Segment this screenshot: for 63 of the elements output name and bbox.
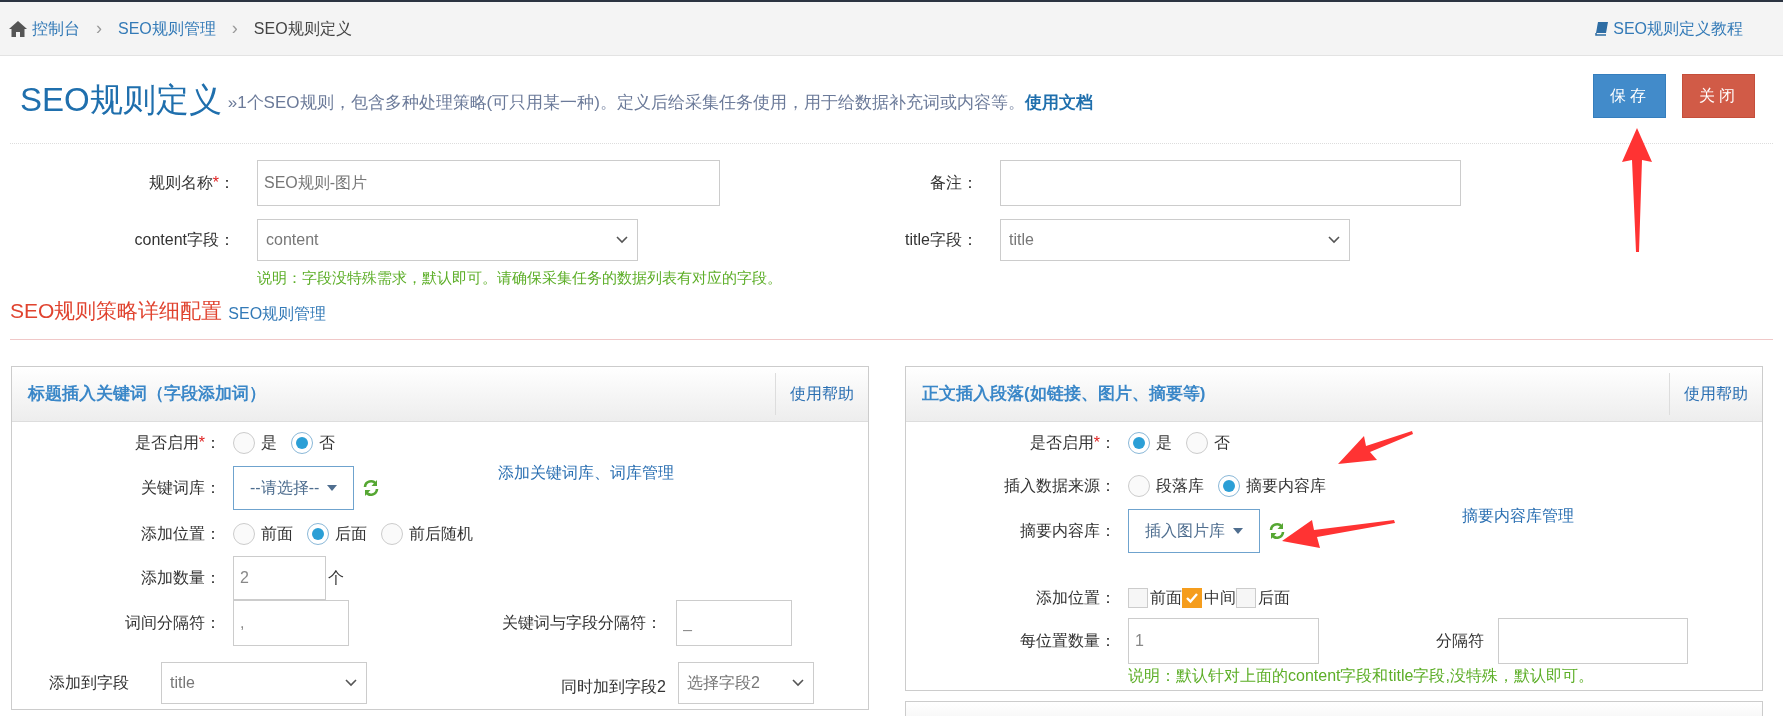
library-link[interactable]: 摘要内容库管理 bbox=[1462, 503, 1574, 528]
library-link[interactable]: 添加关键词库、词库管理 bbox=[498, 460, 675, 485]
action-button[interactable]: 关闭 bbox=[1682, 73, 1755, 118]
radio-option[interactable]: 前面 bbox=[233, 522, 293, 546]
radio-option[interactable]: 是 bbox=[1128, 431, 1172, 455]
text-field[interactable]: _ bbox=[676, 599, 792, 646]
radio-option[interactable]: 段落库 bbox=[1128, 474, 1204, 498]
panel-title: 标题插入关键词（字段添加词） bbox=[26, 382, 267, 405]
field-label: 规则名称*： bbox=[148, 173, 235, 193]
dropdown-button[interactable]: --请选择-- bbox=[233, 465, 355, 510]
field-label: 分隔符 bbox=[1436, 630, 1484, 651]
field-label: 添加数量： bbox=[141, 567, 221, 588]
field-label: title字段： bbox=[905, 230, 978, 250]
page-title: SEO规则定义 bbox=[20, 79, 222, 120]
action-button[interactable]: 保存 bbox=[1593, 73, 1666, 118]
unit-label: 个 bbox=[328, 567, 344, 588]
section-link[interactable]: SEO规则管理 bbox=[228, 301, 327, 326]
help-link[interactable]: 使用帮助 bbox=[775, 372, 868, 415]
radio-option[interactable]: 前后随机 bbox=[381, 522, 473, 546]
field-label: 插入数据来源： bbox=[1004, 476, 1116, 496]
select-field[interactable]: 选择字段2 bbox=[678, 661, 814, 704]
field-label: 每位置数量： bbox=[1020, 630, 1116, 651]
checkbox-option[interactable]: 后面 bbox=[1236, 585, 1290, 610]
tutorial-link[interactable]: SEO规则定义教程 bbox=[1595, 16, 1743, 41]
field-label: 添加位置： bbox=[1036, 587, 1116, 608]
radio-option[interactable]: 否 bbox=[1186, 431, 1230, 455]
checkbox-option[interactable]: 前面 bbox=[1128, 585, 1182, 610]
radio-option[interactable]: 否 bbox=[291, 431, 335, 455]
select-field[interactable]: title bbox=[1000, 219, 1350, 261]
field-label: 添加位置： bbox=[141, 524, 221, 544]
doc-link[interactable]: 使用文档 bbox=[1024, 92, 1093, 112]
breadcrumb-separator: › bbox=[231, 17, 238, 40]
field-label: 是否启用*： bbox=[1029, 433, 1116, 453]
dropdown-button[interactable]: 插入图片库 bbox=[1128, 508, 1260, 553]
field-label: 同时加到字段2 bbox=[560, 676, 667, 697]
radio-option[interactable]: 是 bbox=[233, 431, 277, 455]
breadcrumb-link[interactable]: SEO规则管理 bbox=[118, 16, 216, 41]
field-label: content字段： bbox=[134, 230, 235, 250]
help-link[interactable]: 使用帮助 bbox=[1669, 372, 1762, 415]
field-label: 摘要内容库： bbox=[1020, 520, 1116, 541]
breadcrumb-link[interactable]: 控制台 bbox=[8, 16, 80, 41]
field-label: 添加到字段 bbox=[48, 672, 130, 693]
breadcrumb-current: SEO规则定义 bbox=[253, 18, 352, 39]
section-title: SEO规则策略详细配置 bbox=[10, 298, 223, 324]
field-label: 关键词库： bbox=[141, 477, 221, 498]
select-field[interactable]: content bbox=[257, 219, 638, 261]
panel-title: 正文插入段落(如链接、图片、摘要等) bbox=[921, 382, 1207, 405]
field-label: 是否启用*： bbox=[134, 433, 221, 453]
help-note: 说明：默认针对上面的content字段和title字段,没特殊，默认即可。 bbox=[1128, 665, 1594, 686]
radio-option[interactable]: 摘要内容库 bbox=[1218, 474, 1326, 498]
field-label: 词间分隔符： bbox=[125, 612, 221, 633]
number-field[interactable]: 2 bbox=[233, 555, 326, 600]
select-field[interactable]: title bbox=[161, 661, 367, 704]
checkbox-option[interactable]: 中间 bbox=[1182, 585, 1236, 610]
field-label: 关键词与字段分隔符： bbox=[502, 612, 662, 633]
text-field[interactable]: , bbox=[233, 599, 349, 646]
help-note: 说明：字段没特殊需求，默认即可。请确保采集任务的数据列表有对应的字段。 bbox=[257, 268, 783, 288]
radio-option[interactable]: 后面 bbox=[307, 522, 367, 546]
field-label: 备注： bbox=[930, 173, 978, 193]
breadcrumb-separator: › bbox=[96, 17, 102, 40]
text-field[interactable]: SEO规则-图片 bbox=[257, 160, 720, 206]
text-field[interactable]: 1 bbox=[1128, 617, 1319, 664]
page-description: »1个SEO规则，包含多种处理策略(可只用某一种)。定义后给采集任务使用，用于给数据补充词或内容等。使用文档 bbox=[227, 91, 1094, 114]
